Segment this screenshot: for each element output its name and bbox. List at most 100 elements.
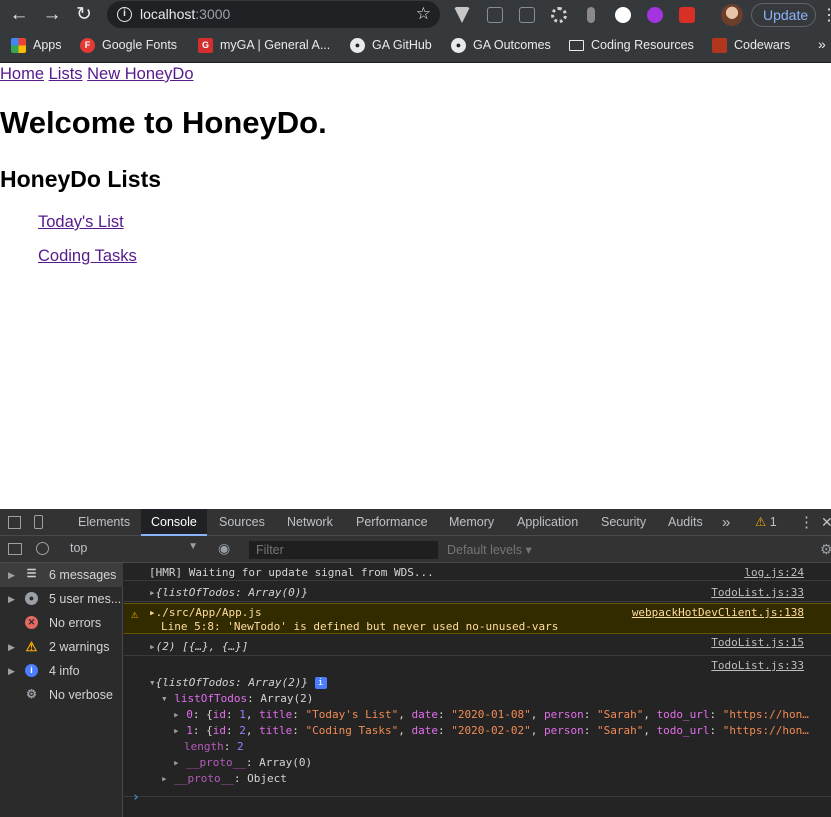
more-bookmarks-icon[interactable]: » [818, 36, 826, 52]
tab-elements[interactable]: Elements [78, 509, 130, 536]
tree-proto-array[interactable]: ▸ __proto__: Array(0) [173, 756, 312, 769]
message-array[interactable]: ▸(2) [{…}, {…}] [149, 640, 248, 653]
bookmark-ga-github[interactable]: ● GA GitHub [350, 38, 432, 54]
bookmark-star-icon[interactable]: ☆ [416, 4, 431, 24]
tab-network[interactable]: Network [287, 509, 333, 536]
sidebar-item-messages[interactable]: ▶ ☰ 6 messages [0, 563, 123, 587]
close-devtools-icon[interactable]: ✕ [821, 509, 831, 536]
eye-icon[interactable]: ◉ [218, 540, 230, 557]
console-message: ▸{listOfTodos: Array(0)} TodoList.js:33 [124, 581, 831, 602]
forward-arrow-icon[interactable]: → [41, 4, 63, 26]
devtools-menu-icon[interactable]: ⋮ [799, 509, 814, 536]
source-link[interactable]: webpackHotDevClient.js:138 [632, 606, 804, 619]
tab-console[interactable]: Console [141, 509, 207, 536]
nav-link-lists[interactable]: Lists [49, 65, 83, 83]
bookmark-codewars[interactable]: Codewars [712, 38, 790, 54]
message-object[interactable]: ▸{listOfTodos: Array(0)} [149, 586, 308, 599]
expand-arrow-icon: ▸ [173, 708, 180, 721]
extension-icon[interactable] [519, 7, 535, 23]
bookmark-myga[interactable]: GmyGA | General A... [198, 38, 330, 54]
object-root[interactable]: ▾{listOfTodos: Array(2)} i [149, 676, 327, 689]
nav-link-new-honeydo[interactable]: New HoneyDo [87, 65, 193, 83]
bookmark-google-fonts[interactable]: F Google Fonts [80, 38, 177, 54]
console-toolbar: top ▼ ◉ Default levels ▾ ⚙ [0, 536, 831, 563]
chevron-down-icon: ▼ [188, 541, 198, 552]
vue-devtools-icon[interactable] [454, 7, 470, 23]
browser-toolbar: ← → ↻ i localhost:3000 ☆ Update ⋮ [0, 0, 831, 30]
extension-icon[interactable] [487, 7, 503, 23]
tree-item-1[interactable]: ▸ 1: {id: 2, title: "Coding Tasks", date… [173, 724, 809, 737]
tab-sources[interactable]: Sources [219, 509, 265, 536]
prop-key: listOfTodos [174, 692, 248, 705]
update-button[interactable]: Update [751, 3, 816, 27]
filter-input[interactable] [249, 541, 438, 559]
tree-prop-listoftodos[interactable]: ▾ listOfTodos: Array(2) [161, 692, 313, 705]
console-settings-gear-icon[interactable]: ⚙ [820, 541, 831, 558]
log-levels-dropdown[interactable]: Default levels ▾ [447, 542, 532, 557]
warning-detail: Line 5:8: 'NewTodo' is defined but never… [161, 620, 559, 633]
prop-value: : Object [233, 772, 287, 785]
object-key: {listOfTodos [155, 586, 236, 599]
page-title: Welcome to HoneyDo. [0, 105, 327, 140]
sidebar-item-errors[interactable]: ✕ No errors [0, 611, 123, 635]
tab-security[interactable]: Security [601, 509, 646, 536]
extension-icon[interactable] [587, 7, 595, 23]
sidebar-item-label: 6 messages [49, 568, 117, 582]
more-tabs-icon[interactable]: » [722, 509, 730, 536]
tab-memory[interactable]: Memory [449, 509, 494, 536]
expand-arrow-icon: ▸ [173, 724, 180, 737]
bookmark-coding-resources[interactable]: Coding Resources [569, 38, 694, 52]
tree-item-0[interactable]: ▸ 0: {id: 1, title: "Today's List", date… [173, 708, 809, 721]
extension-icon[interactable] [679, 7, 695, 23]
source-link[interactable]: TodoList.js:33 [711, 586, 804, 599]
list-link-todays-list[interactable]: Today's List [38, 213, 124, 232]
bookmark-label: GA GitHub [372, 38, 432, 52]
console-message: ▸(2) [{…}, {…}] TodoList.js:15 [124, 635, 831, 656]
apps-grid-icon [11, 38, 26, 54]
item-title: "Coding Tasks" [305, 724, 399, 737]
extension-icon[interactable] [615, 7, 631, 23]
sidebar-toggle-icon[interactable] [8, 543, 22, 555]
site-info-icon[interactable]: i [117, 7, 132, 22]
prop-value: 2 [237, 740, 244, 753]
bookmark-apps[interactable]: Apps [11, 38, 62, 54]
reload-icon[interactable]: ↻ [73, 4, 95, 26]
sidebar-item-verbose[interactable]: ⚙ No verbose [0, 683, 123, 707]
sidebar-item-label: No verbose [49, 688, 113, 702]
nav-link-home[interactable]: Home [0, 65, 44, 83]
device-toggle-icon[interactable] [34, 515, 43, 529]
tree-proto-object[interactable]: ▸ __proto__: Object [161, 772, 287, 785]
tab-performance[interactable]: Performance [356, 509, 428, 536]
warning-icon: ⚠ [25, 639, 38, 654]
expand-arrow-icon: ▶ [8, 642, 15, 652]
app-nav: Home Lists New HoneyDo [0, 65, 194, 84]
bookmark-ga-outcomes[interactable]: ● GA Outcomes [451, 38, 551, 54]
gear-extension-icon[interactable] [551, 7, 567, 23]
update-label: Update [763, 7, 809, 23]
back-arrow-icon[interactable]: ← [8, 4, 30, 26]
profile-avatar[interactable] [721, 4, 743, 26]
warning-file: ./src/App/App.js [155, 606, 262, 619]
inspect-element-icon[interactable] [8, 516, 21, 529]
address-bar[interactable]: i localhost:3000 ☆ [107, 1, 440, 28]
sidebar-item-warnings[interactable]: ▶ ⚠ 2 warnings [0, 635, 123, 659]
source-link[interactable]: TodoList.js:15 [711, 636, 804, 649]
warning-path[interactable]: ▸./src/App/App.js [149, 606, 262, 619]
folder-icon [569, 40, 584, 52]
item-index: 0 [186, 708, 193, 721]
warning-icon: ⚠ [755, 515, 767, 529]
list-link-coding-tasks[interactable]: Coding Tasks [38, 247, 137, 266]
warning-counter[interactable]: ⚠ 1 [755, 509, 777, 536]
source-link[interactable]: TodoList.js:33 [711, 659, 804, 672]
source-link[interactable]: log.js:24 [744, 566, 804, 579]
sidebar-item-user-messages[interactable]: ▶ ● 5 user mes... [0, 587, 123, 611]
browser-menu-icon[interactable]: ⋮ [821, 5, 831, 25]
console-prompt-icon[interactable]: › [132, 790, 140, 805]
sidebar-item-info[interactable]: ▶ i 4 info [0, 659, 123, 683]
tab-audits[interactable]: Audits [668, 509, 703, 536]
clear-console-icon[interactable] [36, 542, 49, 555]
extension-icon[interactable] [647, 7, 663, 23]
expand-arrow-icon: ▶ [8, 594, 15, 604]
tab-application[interactable]: Application [517, 509, 578, 536]
context-selector[interactable]: top ▼ [63, 541, 202, 558]
